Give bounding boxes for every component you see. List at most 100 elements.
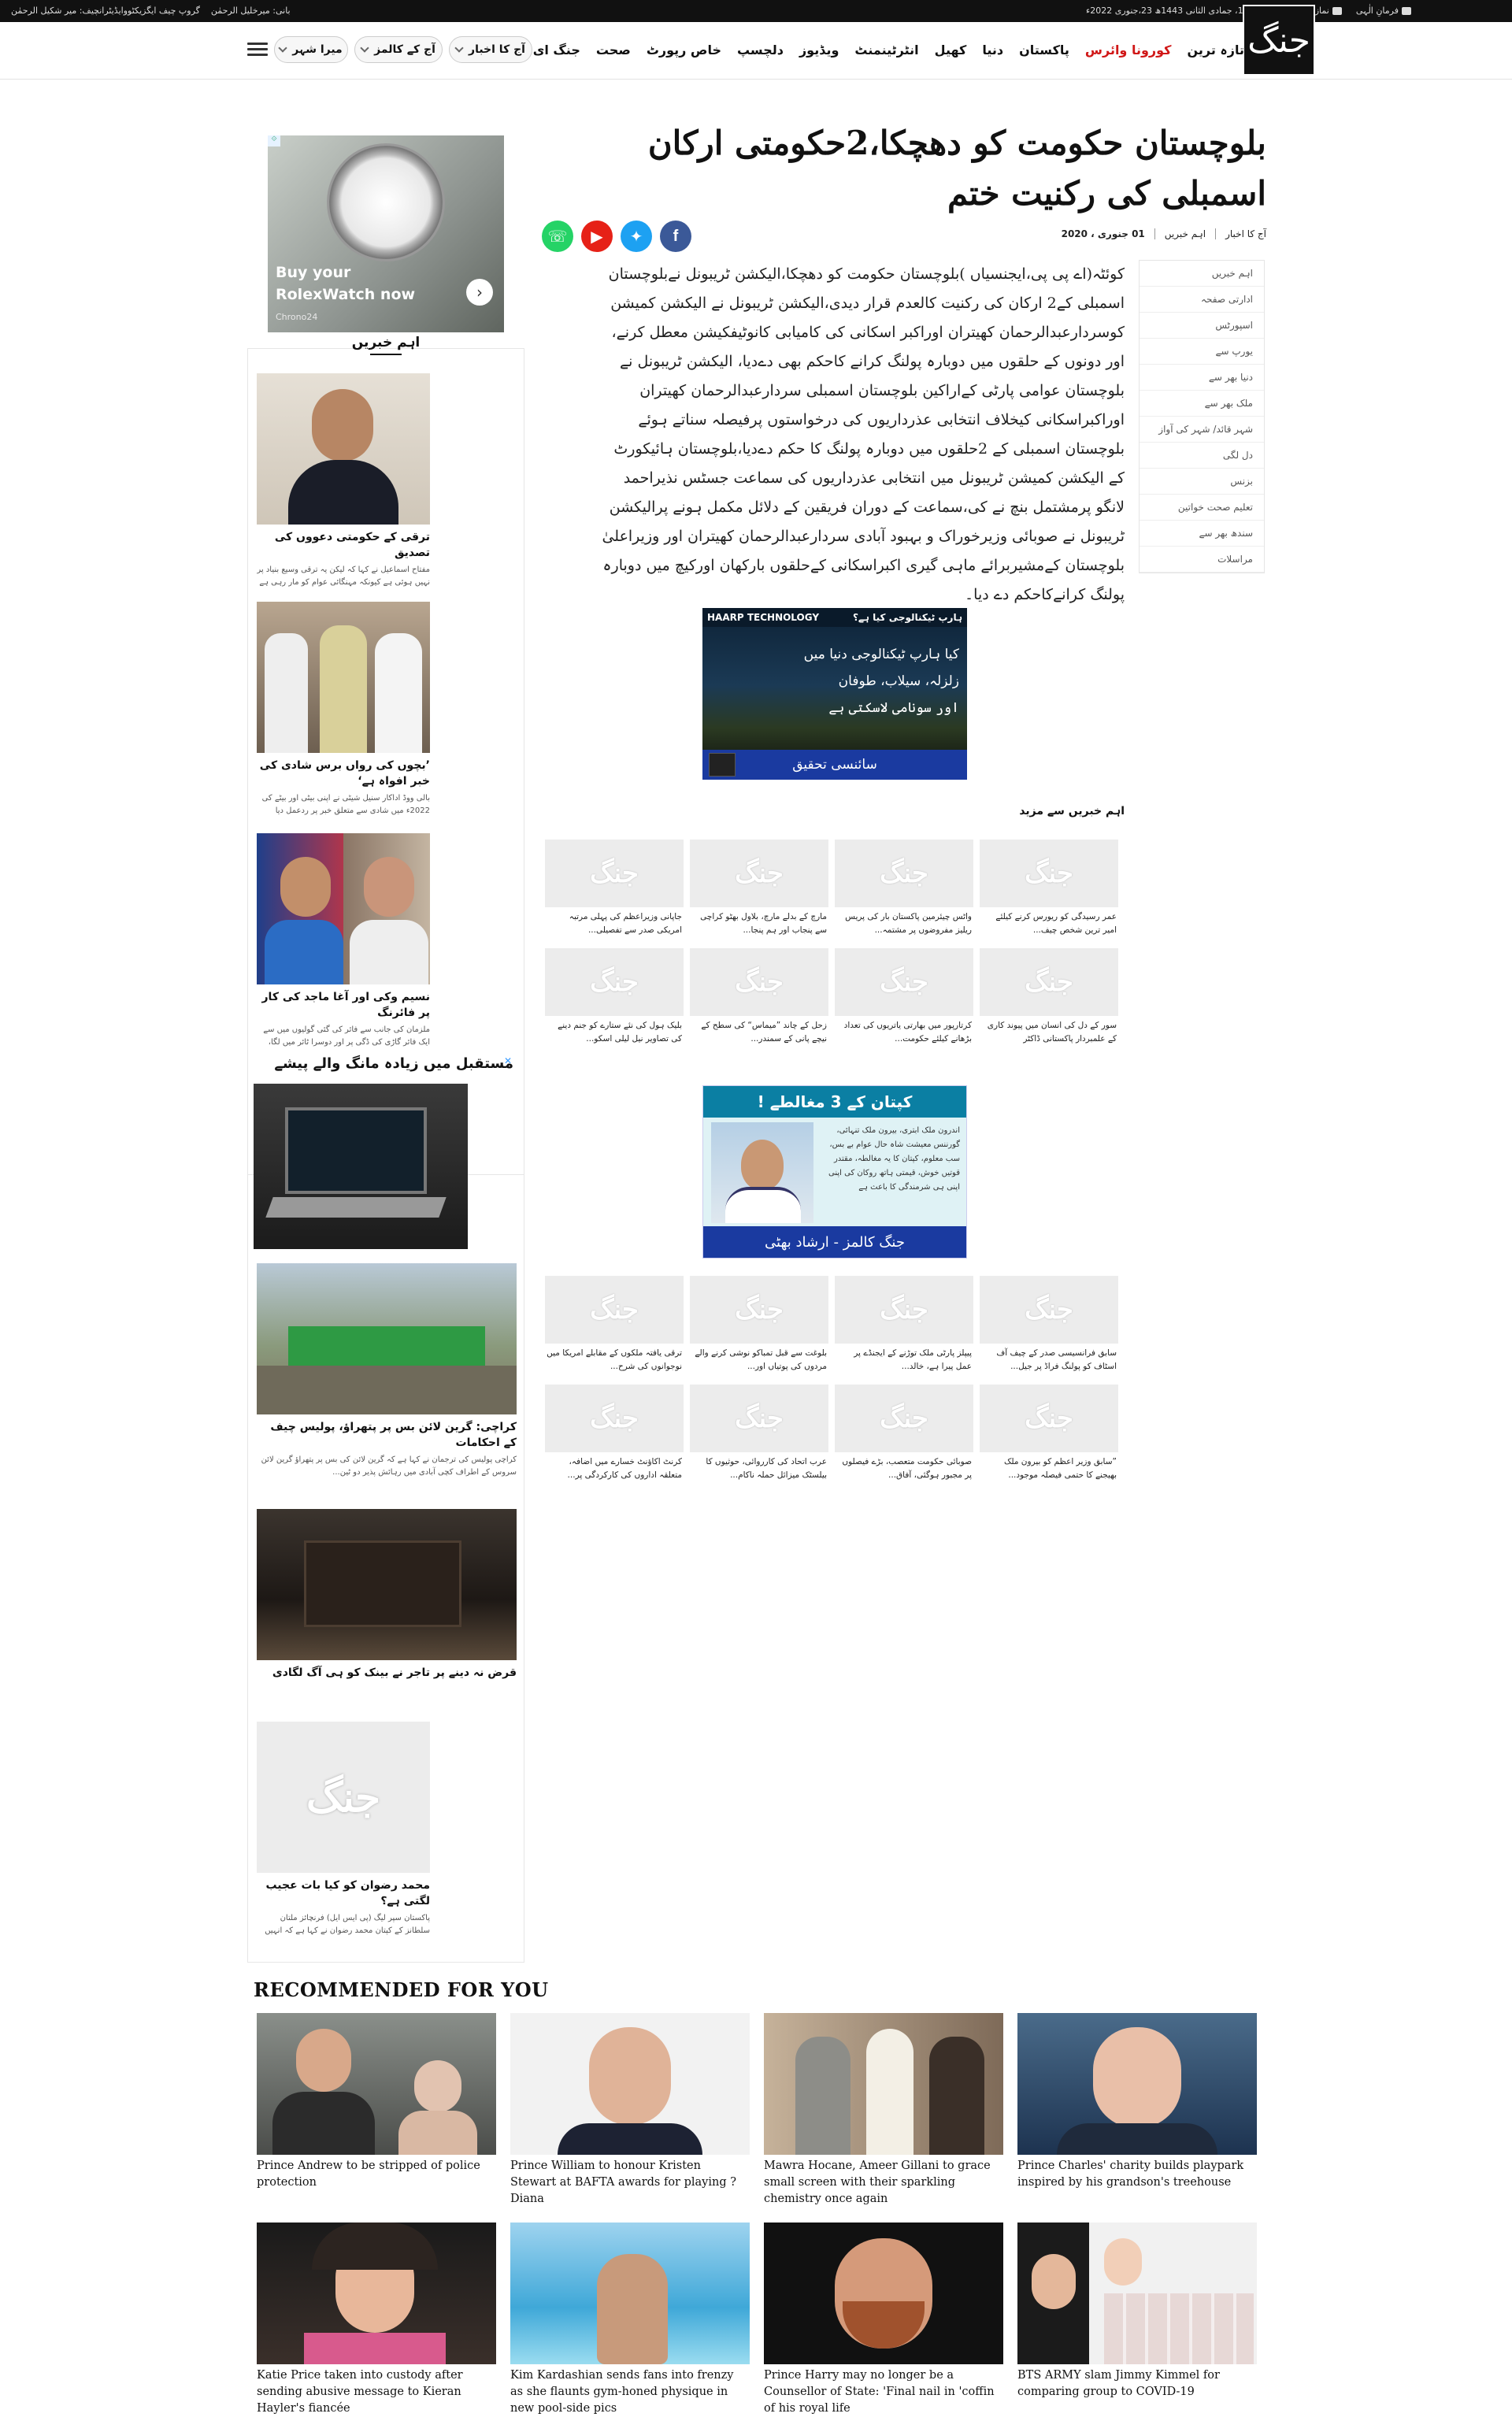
jang-placeholder-icon: جنگ: [257, 1722, 430, 1873]
hamburger-menu-icon[interactable]: [247, 43, 268, 57]
news-title: Prince Charles' charity builds playpark …: [1017, 2160, 1244, 2189]
recommended-item[interactable]: Prince Charles' charity builds playpark …: [1017, 2013, 1257, 2191]
news-photo: [764, 2013, 1003, 2155]
category-item[interactable]: ملک بھر سے: [1140, 391, 1264, 417]
youtube-share-icon[interactable]: ▶: [581, 221, 613, 252]
sponsored-item[interactable]: قرض نہ دینے پر تاجر نے بینک کو ہی آگ لگا…: [257, 1509, 517, 1681]
sponsored-item[interactable]: جنگ محمد رضوان کو کیا بات عجیب لگتی ہے؟ …: [257, 1722, 430, 1937]
category-item[interactable]: شہر قائد/ شہر کی آواز: [1140, 417, 1264, 443]
news-card[interactable]: جنگ ”سابق وزیر اعظم کو بیرون ملک بھیجنے ک…: [980, 1385, 1118, 1482]
recommended-item[interactable]: Prince Andrew to be stripped of police p…: [257, 2013, 496, 2191]
chevron-down-icon: [454, 43, 464, 53]
news-card[interactable]: جنگ سابق فرانسیسی صدر کے چیف آف اسٹاف کو …: [980, 1276, 1118, 1374]
more-news-grid: جنگ عمر رسیدگی کو ریورس کرنے کیلئے امیر ت…: [543, 840, 1118, 1046]
category-item[interactable]: تعلیم صحت خواتین: [1140, 495, 1264, 521]
rolex-ad[interactable]: ⟐ Buy your RolexWatch now Chrono24 ›: [268, 135, 504, 332]
more-news-grid-2: جنگ سابق فرانسیسی صدر کے چیف آف اسٹاف کو …: [543, 1276, 1118, 1482]
haarp-ad[interactable]: HAARP TECHNOLOGY ہارپ ٹیکنالوجی کیا ہے؟ ک…: [702, 608, 967, 780]
laptop-photo: [254, 1084, 468, 1249]
my-city-dropdown[interactable]: میرا شہر: [274, 36, 348, 63]
close-icon[interactable]: ✕: [504, 1055, 512, 1066]
card-caption: کرتارپور میں بھارتی یاتریوں کی تعداد بڑھ…: [843, 1021, 972, 1044]
recommended-item[interactable]: Katie Price taken into custody after sen…: [257, 2223, 496, 2417]
meta-date: 01 جنوری ، 2020: [1061, 228, 1145, 239]
nav-item-entertainment[interactable]: انٹرٹینمنٹ: [854, 43, 918, 57]
sidebar-news-item[interactable]: ’بچوں کی رواں برس شادی کی خبر افواہ ہے‘ …: [257, 602, 430, 817]
quran-link[interactable]: فرمانِ الٰہی: [1356, 6, 1411, 16]
recommended-item[interactable]: BTS ARMY slam Jimmy Kimmel for comparing…: [1017, 2223, 1257, 2400]
adchoices-icon[interactable]: ⟐: [268, 135, 280, 146]
news-title: قرض نہ دینے پر تاجر نے بینک کو ہی آگ لگا…: [272, 1666, 517, 1679]
news-title: محمد رضوان کو کیا بات عجیب لگتی ہے؟: [265, 1879, 430, 1907]
nav-item-latest[interactable]: تازہ ترین: [1187, 43, 1244, 57]
nav-item-sports[interactable]: کھیل: [935, 43, 967, 57]
news-card[interactable]: جنگ کرتارپور میں بھارتی یاتریوں کی تعداد …: [835, 948, 973, 1046]
recommended-item[interactable]: Prince Harry may no longer be a Counsell…: [764, 2223, 1003, 2417]
news-card[interactable]: جنگ بلوغت سے قبل تمباکو نوشی کرنے والے مر…: [690, 1276, 828, 1374]
news-card[interactable]: جنگ کرنٹ اکاؤنٹ خسارے میں اضافہ، متعلقہ ا…: [545, 1385, 684, 1482]
category-item[interactable]: ادارتی صفحہ: [1140, 287, 1264, 313]
nav-item-special-report[interactable]: خاص رپورٹ: [647, 43, 721, 57]
sidebar-title: اہم خبریں: [247, 334, 524, 355]
nav-item-pakistan[interactable]: پاکستان: [1019, 43, 1069, 57]
card-caption: جاپانی وزیراعظم کی پہلی مرتبہ امریکی صدر…: [569, 912, 682, 935]
watch-image: [327, 143, 445, 261]
news-card[interactable]: جنگ زحل کے چاند ”میماس“ کی سطح کے نیچے پا…: [690, 948, 828, 1046]
sidebar-news-item[interactable]: ترقی کے حکومتی دعووں کی تصدیق مفتاح اسما…: [257, 373, 430, 589]
meta-section[interactable]: آج کا اخبار: [1225, 228, 1266, 239]
nav-item-corona[interactable]: کورونا وائرس: [1085, 43, 1172, 57]
jang-logo[interactable]: جنگ: [1243, 5, 1315, 76]
news-card[interactable]: جنگ صوبائی حکومت متعصب، بڑے فیصلوں پر مجب…: [835, 1385, 973, 1482]
nav-item-world[interactable]: دنیا: [982, 43, 1003, 57]
whatsapp-share-icon[interactable]: ☏: [542, 221, 573, 252]
news-card[interactable]: جنگ سور کے دل کی انسان میں پیوند کاری کے …: [980, 948, 1118, 1046]
facebook-share-icon[interactable]: f: [660, 221, 691, 252]
chevron-right-icon[interactable]: ›: [466, 279, 493, 306]
ad-text: Buy your RolexWatch now: [276, 264, 416, 303]
todays-columns-dropdown[interactable]: آج کے کالمز: [354, 36, 443, 63]
nav-item-videos[interactable]: ویڈیوز: [799, 43, 839, 57]
news-card[interactable]: جنگ واٹس چیئرمین پاکستان بار کی پریس ریلی…: [835, 840, 973, 937]
card-caption: واٹس چیئرمین پاکستان بار کی پریس ریلیز م…: [845, 912, 972, 935]
jang-placeholder-icon: جنگ: [835, 948, 973, 1016]
sponsored-item[interactable]: کراچی: گرین لائن بس پر پتھراؤ، پولیس چیف…: [257, 1263, 517, 1479]
meta-category[interactable]: اہم خبریں: [1165, 228, 1206, 239]
jang-small-logo-icon: [709, 753, 736, 777]
column-ad[interactable]: کپتان کے 3 مغالطے ! اندرون ملک ابتری، بی…: [702, 1085, 967, 1259]
recommended-item[interactable]: Mawra Hocane, Ameer Gillani to grace sma…: [764, 2013, 1003, 2208]
chevron-down-icon: [278, 43, 287, 53]
card-caption: زحل کے چاند ”میماس“ کی سطح کے نیچے پانی …: [701, 1021, 827, 1044]
sponsored-item[interactable]: [254, 1084, 468, 1249]
news-photo: [510, 2013, 750, 2155]
news-card[interactable]: جنگ بلیک ہول کی نئے ستارے کو جنم دینے کی …: [545, 948, 684, 1046]
news-card[interactable]: جنگ ترقی یافتہ ملکوں کے مقابلے امریکا میں…: [545, 1276, 684, 1374]
news-photo: [257, 602, 430, 753]
columnist-photo: [711, 1122, 813, 1223]
date-text: اتوار19، جمادی الثانی 1443ھ 23،جنوری 202…: [1086, 6, 1265, 16]
category-item[interactable]: اہم خبریں: [1140, 261, 1264, 287]
category-item[interactable]: اسپورٹس: [1140, 313, 1264, 339]
news-card[interactable]: جنگ عمر رسیدگی کو ریورس کرنے کیلئے امیر ت…: [980, 840, 1118, 937]
category-item[interactable]: سندھ بھر سے: [1140, 521, 1264, 547]
news-title: Prince Andrew to be stripped of police p…: [257, 2160, 480, 2189]
card-caption: بلوغت سے قبل تمباکو نوشی کرنے والے مردوں…: [695, 1348, 827, 1371]
recommended-title: RECOMMENDED FOR YOU: [254, 1978, 549, 2001]
category-item[interactable]: مراسلات: [1140, 547, 1264, 573]
recommended-item[interactable]: Prince William to honour Kristen Stewart…: [510, 2013, 750, 2208]
nav-item-health[interactable]: صحت: [596, 43, 631, 57]
news-card[interactable]: جنگ مارچ کے بدلے مارچ، بلاول بھٹو کراچی س…: [690, 840, 828, 937]
category-item[interactable]: بزنس: [1140, 469, 1264, 495]
sponsored-title: مستقبل میں زیادہ مانگ والے پیشے: [274, 1055, 513, 1072]
recommended-item[interactable]: Kim Kardashian sends fans into frenzy as…: [510, 2223, 750, 2417]
nav-item-interesting[interactable]: دلچسپ: [737, 43, 784, 57]
todays-paper-dropdown[interactable]: آج کا اخبار: [449, 36, 532, 63]
news-card[interactable]: جنگ عرب اتحاد کی کارروائی، حوثیوں کا بیلس…: [690, 1385, 828, 1482]
news-photo: [1017, 2013, 1257, 2155]
sidebar-news-item[interactable]: نسیم وکی اور آغا ماجد کی کار پر فائرنگ م…: [257, 833, 430, 1049]
news-card[interactable]: جنگ پیپلز پارٹی ملک توڑنے کے ایجنڈے پر عم…: [835, 1276, 973, 1374]
category-item[interactable]: یورپ سے: [1140, 339, 1264, 365]
category-item[interactable]: دنیا بھر سے: [1140, 365, 1264, 391]
news-card[interactable]: جنگ جاپانی وزیراعظم کی پہلی مرتبہ امریکی …: [545, 840, 684, 937]
category-item[interactable]: دل لگی: [1140, 443, 1264, 469]
twitter-share-icon[interactable]: ✦: [621, 221, 652, 252]
